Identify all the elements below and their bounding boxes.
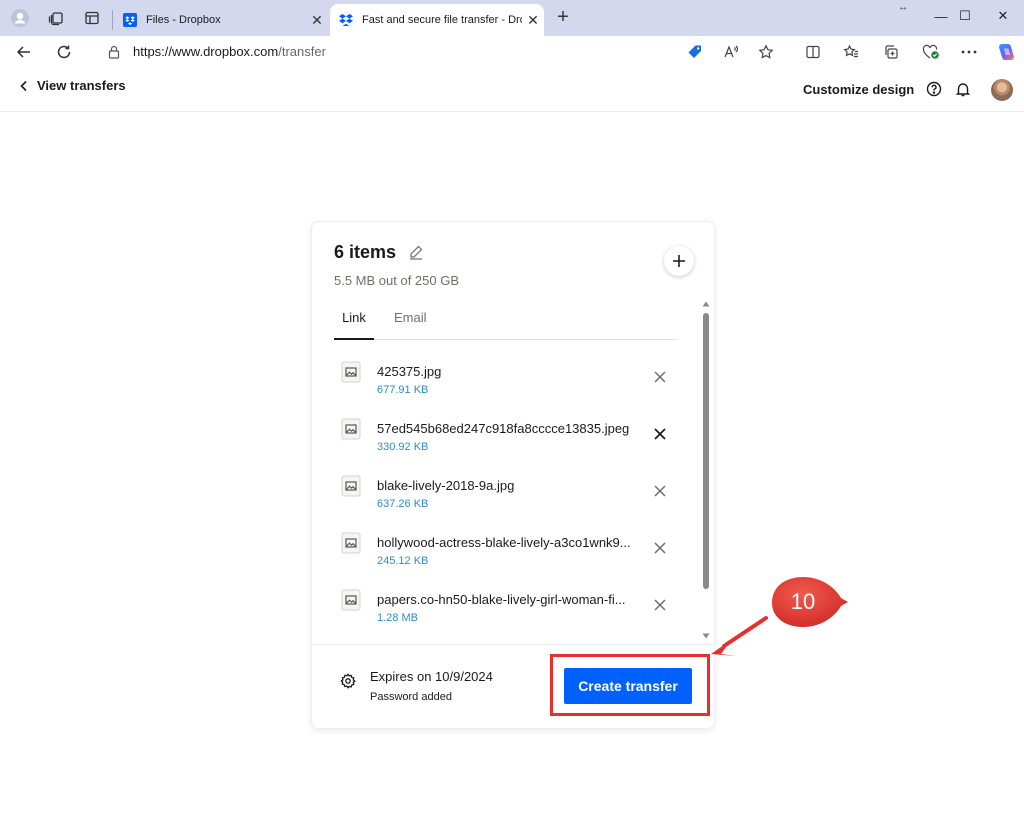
pointer-arrow-shaft [722,616,768,648]
step-number: 10 [790,589,816,614]
annotation-callout [711,577,848,656]
